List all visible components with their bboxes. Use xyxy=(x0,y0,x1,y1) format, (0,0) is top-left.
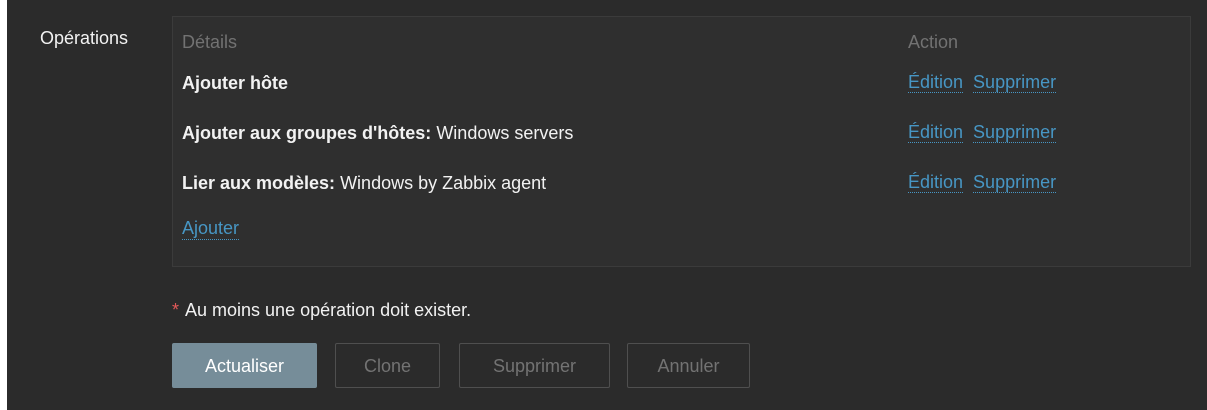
operation-name: Lier aux modèles: xyxy=(182,173,336,193)
column-header-action: Action xyxy=(908,32,959,52)
update-button[interactable]: Actualiser xyxy=(172,343,317,388)
operation-name: Ajouter hôte xyxy=(182,73,288,93)
operation-actions: Édition Supprimer xyxy=(908,72,1057,93)
add-operation-link[interactable]: Ajouter xyxy=(182,218,240,240)
column-header-details: Détails xyxy=(182,32,238,52)
operation-detail: Windows by Zabbix agent xyxy=(335,173,547,193)
operation-actions: Édition Supprimer xyxy=(908,172,1057,193)
remove-operation-link[interactable]: Supprimer xyxy=(973,72,1057,93)
edit-operation-link[interactable]: Édition xyxy=(908,172,964,193)
delete-button[interactable]: Supprimer xyxy=(459,343,610,388)
operation-actions: Édition Supprimer xyxy=(908,122,1057,143)
edit-operation-link[interactable]: Édition xyxy=(908,72,964,93)
required-asterisk: * xyxy=(172,300,180,320)
remove-operation-link[interactable]: Supprimer xyxy=(973,172,1057,193)
clone-button[interactable]: Clone xyxy=(335,343,440,388)
operation-name: Ajouter aux groupes d'hôtes: xyxy=(182,123,432,143)
operation-detail: Windows servers xyxy=(431,123,574,143)
operation-row-link-templates: Lier aux modèles: Windows by Zabbix agen… xyxy=(182,173,546,194)
note-text: Au moins une opération doit exister. xyxy=(185,300,472,320)
operation-row-add-host-groups: Ajouter aux groupes d'hôtes: Windows ser… xyxy=(182,123,573,144)
operations-label: Opérations xyxy=(40,28,129,48)
edit-operation-link[interactable]: Édition xyxy=(908,122,964,143)
remove-operation-link[interactable]: Supprimer xyxy=(973,122,1057,143)
operation-row-add-host: Ajouter hôte xyxy=(182,73,288,94)
cancel-button[interactable]: Annuler xyxy=(627,343,750,388)
required-operation-note: * Au moins une opération doit exister. xyxy=(172,300,471,321)
